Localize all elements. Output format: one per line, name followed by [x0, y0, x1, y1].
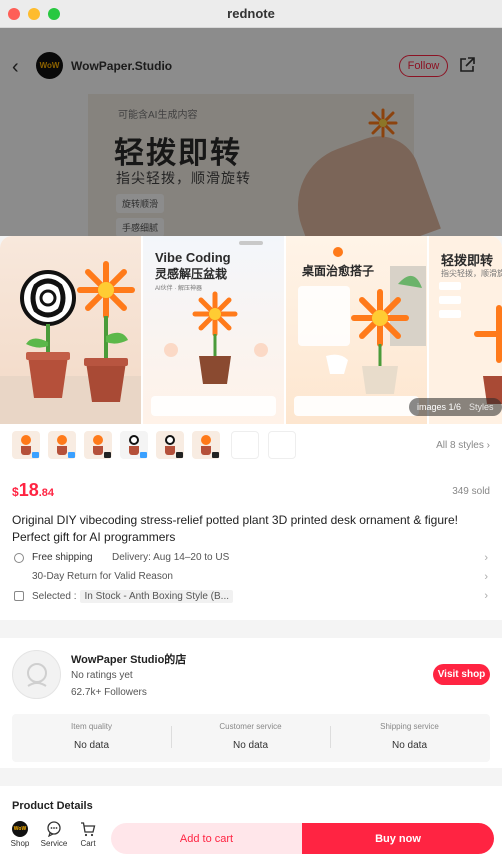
shop-followers: 62.7k+ Followers [71, 687, 147, 698]
chevron-right-icon: › [484, 552, 488, 564]
metric-customer-service: Customer service No data [171, 714, 330, 762]
styles-link[interactable]: Styles [469, 402, 494, 412]
style-thumbnails: All 8 styles › [0, 424, 502, 468]
metric-item-quality: Item quality No data [12, 714, 171, 762]
selected-label: Selected : In Stock - Anth Boxing Style (… [32, 590, 233, 603]
service-nav-label: Service [40, 839, 68, 848]
metric-value: No data [391, 740, 428, 751]
gallery-slide[interactable]: Vibe Coding 灵感解压盆栽 AI伙伴 · 解压神器 [143, 236, 284, 424]
returns-row[interactable]: 30-Day Return for Valid Reason › [12, 571, 490, 585]
bag-icon [14, 591, 24, 601]
shipping-icon [14, 553, 24, 563]
drag-handle[interactable] [239, 241, 263, 245]
delivery-text: Delivery: Aug 14–20 to US [112, 552, 230, 563]
returns-text: 30-Day Return for Valid Reason [32, 571, 173, 582]
metric-label: Customer service [219, 722, 282, 731]
chat-icon [47, 821, 61, 837]
visit-shop-button[interactable]: Visit shop [433, 664, 490, 685]
shop-avatar-icon [26, 662, 47, 687]
selected-variant-row[interactable]: Selected : In Stock - Anth Boxing Style (… [12, 590, 490, 604]
gallery-slide[interactable]: 桌面治愈搭子 [286, 236, 427, 424]
metric-label: Item quality [71, 722, 112, 731]
shop-rating: No ratings yet [71, 670, 133, 681]
all-styles-label: All 8 styles [436, 440, 484, 451]
window-titlebar: rednote [0, 0, 502, 28]
post-backdrop[interactable]: ‹ WoW WowPaper.Studio Follow 可能含AI生成内容 轻… [0, 28, 502, 236]
all-styles-link[interactable]: All 8 styles › [436, 440, 490, 451]
buy-now-button[interactable]: Buy now [302, 823, 494, 854]
gallery-slide[interactable]: 轻拨即转 指尖轻拨，顺滑旋转 [429, 236, 502, 424]
image-gallery[interactable]: Vibe Coding 灵感解压盆栽 AI伙伴 · 解压神器 桌面治愈搭子 轻拨… [0, 236, 502, 424]
chevron-right-icon: › [486, 440, 490, 451]
metric-label: Shipping service [380, 722, 439, 731]
style-thumbnail[interactable] [48, 431, 76, 459]
image-counter: images 1/6 [417, 402, 462, 412]
metric-value: No data [232, 740, 269, 751]
gallery-slide[interactable] [0, 236, 141, 424]
shipping-row[interactable]: Free shipping Delivery: Aug 14–20 to US … [12, 552, 490, 566]
style-thumbnail[interactable] [268, 431, 296, 459]
price: $18.84 [12, 480, 54, 501]
style-thumbnail[interactable] [192, 431, 220, 459]
free-shipping-label: Free shipping [32, 552, 93, 563]
cart-nav-button[interactable]: Cart [71, 821, 105, 848]
shop-icon: WoW [12, 821, 28, 837]
window-title: rednote [227, 6, 275, 21]
product-details-heading: Product Details [12, 800, 93, 812]
product-title: Original DIY vibecoding stress-relief po… [12, 513, 459, 544]
rotate-illustration [439, 282, 502, 404]
style-thumbnail[interactable] [231, 431, 259, 459]
service-nav-button[interactable]: Service [37, 821, 71, 848]
cart-icon [81, 822, 96, 837]
style-thumbnail[interactable] [84, 431, 112, 459]
overlay-dim[interactable] [0, 28, 502, 236]
plant-pots-illustration [0, 261, 141, 424]
product-sheet: Vibe Coding 灵感解压盆栽 AI伙伴 · 解压神器 桌面治愈搭子 轻拨… [0, 236, 502, 859]
chevron-right-icon: › [484, 590, 488, 602]
price-integer: 18 [18, 480, 39, 500]
bottom-action-bar: WoW Shop Service Cart Add to cart Buy no… [0, 817, 502, 859]
metric-value: No data [73, 740, 110, 751]
desk-scene-illustration [294, 247, 426, 416]
metric-shipping-service: Shipping service No data [330, 714, 489, 762]
style-thumbnail[interactable] [156, 431, 184, 459]
selected-label-text: Selected : [32, 591, 77, 602]
shop-nav-button[interactable]: WoW Shop [3, 821, 37, 848]
style-thumbnail[interactable] [12, 431, 40, 459]
price-currency: $ [12, 485, 19, 499]
price-decimal: .84 [38, 487, 55, 499]
shop-card: WowPaper Studio的店 No ratings yet 62.7k+ … [0, 638, 502, 768]
sold-count: 349 sold [452, 486, 490, 497]
style-thumbnail[interactable] [120, 431, 148, 459]
chevron-right-icon: › [484, 571, 488, 583]
selected-variant: In Stock - Anth Boxing Style (B... [80, 590, 233, 603]
cart-nav-label: Cart [80, 839, 96, 848]
image-counter-badge[interactable]: images 1/6 Styles [409, 398, 502, 416]
shop-nav-label: Shop [10, 839, 30, 848]
shop-avatar[interactable] [12, 650, 61, 699]
plant-illustration [151, 291, 276, 416]
product-info: $18.84 349 sold Original DIY vibecoding … [0, 468, 502, 620]
shop-metrics: Item quality No data Customer service No… [12, 714, 490, 762]
add-to-cart-button[interactable]: Add to cart [111, 823, 302, 854]
shop-name[interactable]: WowPaper Studio的店 [71, 651, 186, 667]
